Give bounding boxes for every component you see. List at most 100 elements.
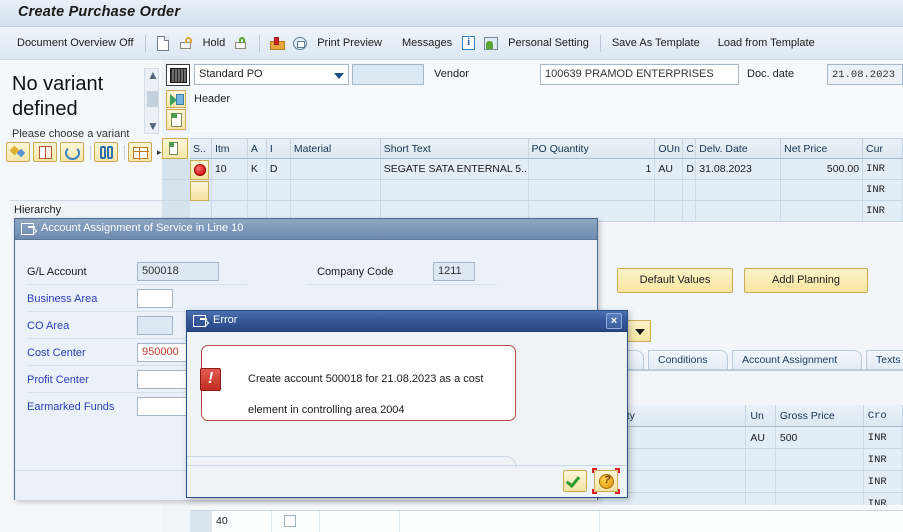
- profit-center-field[interactable]: [137, 370, 193, 389]
- dialog-window-icon: [193, 315, 207, 327]
- doc-date-input[interactable]: 21.08.2023: [827, 64, 903, 85]
- cell-crcy: INR: [864, 427, 903, 448]
- cell-short-text[interactable]: SEGATE SATA ENTERNAL 5..: [381, 159, 529, 179]
- gl-account-field[interactable]: 500018: [137, 262, 219, 281]
- row-status-button[interactable]: [190, 160, 209, 180]
- cell-short-text[interactable]: [381, 180, 529, 200]
- footer-curve: [187, 456, 517, 468]
- cell-oun[interactable]: [655, 201, 684, 221]
- error-help-button[interactable]: [592, 468, 620, 494]
- cell-material[interactable]: [291, 159, 381, 179]
- earmarked-funds-field[interactable]: [137, 397, 193, 416]
- row-selector[interactable]: [162, 180, 190, 201]
- cell-un[interactable]: AU: [746, 427, 776, 448]
- cell-po-quantity[interactable]: [529, 180, 656, 200]
- item-table: S.. Itm A I Material Short Text PO Quant…: [190, 138, 903, 222]
- cell-checkbox[interactable]: [272, 511, 320, 532]
- account-assignment-dialog-title: Account Assignment of Service in Line 10: [41, 222, 244, 234]
- cell-gross-price[interactable]: [776, 449, 864, 470]
- page-title: Create Purchase Order: [18, 4, 181, 20]
- cell-net-price[interactable]: [781, 201, 864, 221]
- tab-texts[interactable]: Texts: [866, 350, 903, 370]
- list-item[interactable]: INR: [600, 471, 903, 493]
- po-type-dropdown[interactable]: Standard PO: [194, 64, 349, 85]
- cell-oun[interactable]: AU: [655, 159, 684, 179]
- scroll-up-icon[interactable]: ▲: [147, 69, 159, 81]
- scroll-down-icon[interactable]: ▼: [147, 120, 159, 132]
- load-from-template-button[interactable]: Load from Template: [713, 35, 820, 51]
- col-cur: Cur: [863, 139, 903, 158]
- variant-config-icon[interactable]: [6, 142, 30, 162]
- row-selector[interactable]: [190, 511, 212, 532]
- cell-oun[interactable]: [655, 180, 684, 200]
- detail-tabstrip: ice Conditions Account Assignment Texts: [600, 350, 903, 370]
- cell-gross-price[interactable]: [776, 471, 864, 492]
- messages-button[interactable]: Messages: [397, 35, 457, 51]
- sidebar-scrollbar[interactable]: ▲ ▼: [144, 68, 159, 134]
- row-status-button[interactable]: [190, 181, 209, 201]
- table-row[interactable]: INR: [190, 180, 903, 201]
- gl-account-label: G/L Account: [27, 266, 87, 278]
- cell-po-quantity[interactable]: 1: [529, 159, 656, 179]
- item-overview-icon[interactable]: [166, 109, 186, 130]
- tab-conditions[interactable]: Conditions: [648, 350, 728, 370]
- company-code-field[interactable]: 1211: [433, 262, 475, 281]
- chevron-down-icon[interactable]: [334, 73, 344, 79]
- unlock-icon[interactable]: [178, 35, 195, 52]
- find-icon[interactable]: [94, 142, 118, 162]
- bottom-table-region: 40: [190, 505, 903, 532]
- cell-empty-1[interactable]: [320, 511, 400, 532]
- copy-document-icon[interactable]: [33, 142, 57, 162]
- cell-un[interactable]: [746, 449, 776, 470]
- cell-c: D: [683, 159, 697, 179]
- cost-center-field[interactable]: 950000: [137, 343, 193, 362]
- co-area-field[interactable]: [137, 316, 173, 335]
- hold-button[interactable]: Hold: [198, 35, 231, 51]
- addl-planning-button[interactable]: Addl Planning: [744, 268, 868, 293]
- error-ok-button[interactable]: [563, 470, 587, 492]
- cell-material[interactable]: [291, 180, 381, 200]
- cell-un[interactable]: [746, 471, 776, 492]
- personal-setting-button[interactable]: Personal Setting: [503, 35, 594, 51]
- table-row[interactable]: 10 K D SEGATE SATA ENTERNAL 5.. 1 AU D 3…: [190, 159, 903, 180]
- purchase-cart-icon[interactable]: [166, 64, 190, 86]
- print-preview-button[interactable]: Print Preview: [312, 35, 387, 51]
- table-row[interactable]: 40: [190, 510, 903, 532]
- cell-empty-2[interactable]: [400, 511, 600, 532]
- cell-delv-date[interactable]: [696, 180, 782, 200]
- print-preview-icon[interactable]: [292, 35, 309, 52]
- business-area-field[interactable]: [137, 289, 173, 308]
- close-icon[interactable]: ×: [606, 313, 622, 329]
- cell-delv-date[interactable]: [696, 201, 782, 221]
- save-as-template-button[interactable]: Save As Template: [607, 35, 705, 51]
- cell-gross-price[interactable]: 500: [776, 427, 864, 448]
- tab-account-assignment[interactable]: Account Assignment: [732, 350, 862, 370]
- earmarked-funds-label: Earmarked Funds: [27, 401, 115, 413]
- sidebar-more-icon[interactable]: ▸: [157, 147, 162, 158]
- header-detail-icon[interactable]: [166, 90, 186, 108]
- message-icon[interactable]: [269, 35, 286, 52]
- document-overview-button[interactable]: Document Overview Off: [12, 35, 139, 51]
- info-icon[interactable]: [460, 35, 477, 52]
- lock-icon[interactable]: [233, 35, 250, 52]
- list-item[interactable]: INR: [600, 449, 903, 471]
- list-item[interactable]: AU 500 INR: [600, 427, 903, 449]
- header-icon-column: [162, 60, 190, 132]
- personal-setting-icon[interactable]: [483, 35, 500, 52]
- table-layout-icon[interactable]: [128, 142, 152, 162]
- scrollbar-thumb[interactable]: [147, 91, 158, 107]
- row-selector[interactable]: [162, 159, 190, 180]
- cell-delv-date[interactable]: 31.08.2023: [696, 159, 782, 179]
- vendor-input[interactable]: 100639 PRAMOD ENTERPRISES: [540, 64, 739, 85]
- item-overview-toggle-icon[interactable]: [162, 138, 188, 159]
- cell-a: [248, 180, 267, 200]
- po-number-input[interactable]: [352, 64, 424, 85]
- error-dialog-footer: [187, 456, 627, 497]
- new-document-icon[interactable]: [155, 35, 172, 52]
- cell-net-price[interactable]: [781, 180, 864, 200]
- service-dropdown-button[interactable]: [627, 320, 651, 342]
- cell-net-price[interactable]: 500.00: [781, 159, 864, 179]
- cell-i: D: [267, 159, 291, 179]
- default-values-button[interactable]: Default Values: [617, 268, 733, 293]
- refresh-icon[interactable]: [60, 142, 84, 162]
